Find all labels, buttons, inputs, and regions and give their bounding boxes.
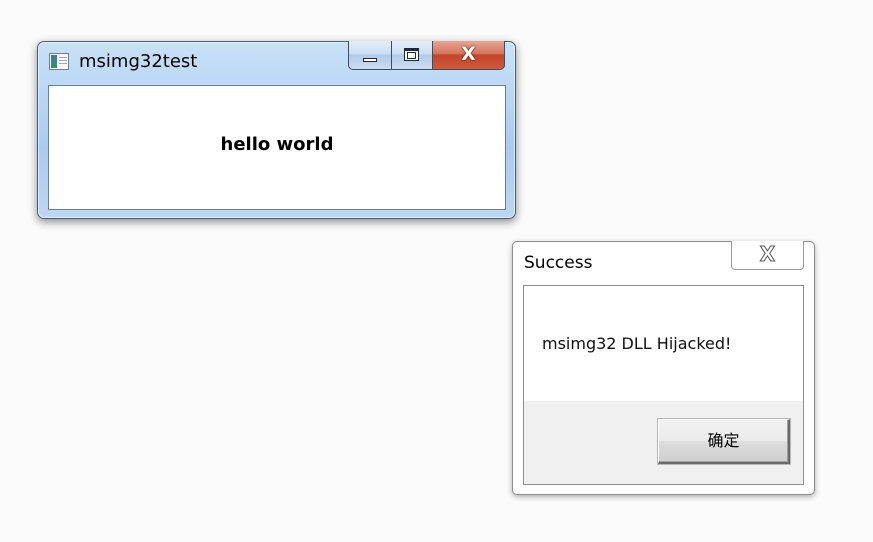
app-window-icon[interactable] — [49, 53, 69, 70]
client-area: hello world — [48, 85, 506, 210]
message-box: Success X msimg32 DLL Hijacked! 确定 — [512, 241, 815, 495]
message-text: msimg32 DLL Hijacked! — [542, 334, 732, 353]
app-window: msimg32test X hello world — [37, 41, 516, 219]
minimize-icon — [363, 58, 377, 62]
minimize-button[interactable] — [348, 41, 391, 70]
desktop: msimg32test X hello world Success X msim… — [0, 0, 873, 542]
close-button[interactable]: X — [432, 41, 505, 70]
caption-buttons: X — [348, 41, 505, 70]
window-title: msimg32test — [79, 51, 198, 72]
ok-button[interactable]: 确定 — [658, 419, 790, 464]
message-box-close-button[interactable]: X — [731, 241, 804, 270]
close-icon: X — [759, 242, 776, 267]
maximize-button[interactable] — [391, 41, 432, 70]
message-box-body: msimg32 DLL Hijacked! 确定 — [523, 285, 804, 485]
maximize-icon — [404, 48, 419, 61]
close-icon: X — [461, 43, 476, 65]
message-box-title: Success — [524, 253, 593, 273]
hello-text: hello world — [220, 134, 334, 155]
